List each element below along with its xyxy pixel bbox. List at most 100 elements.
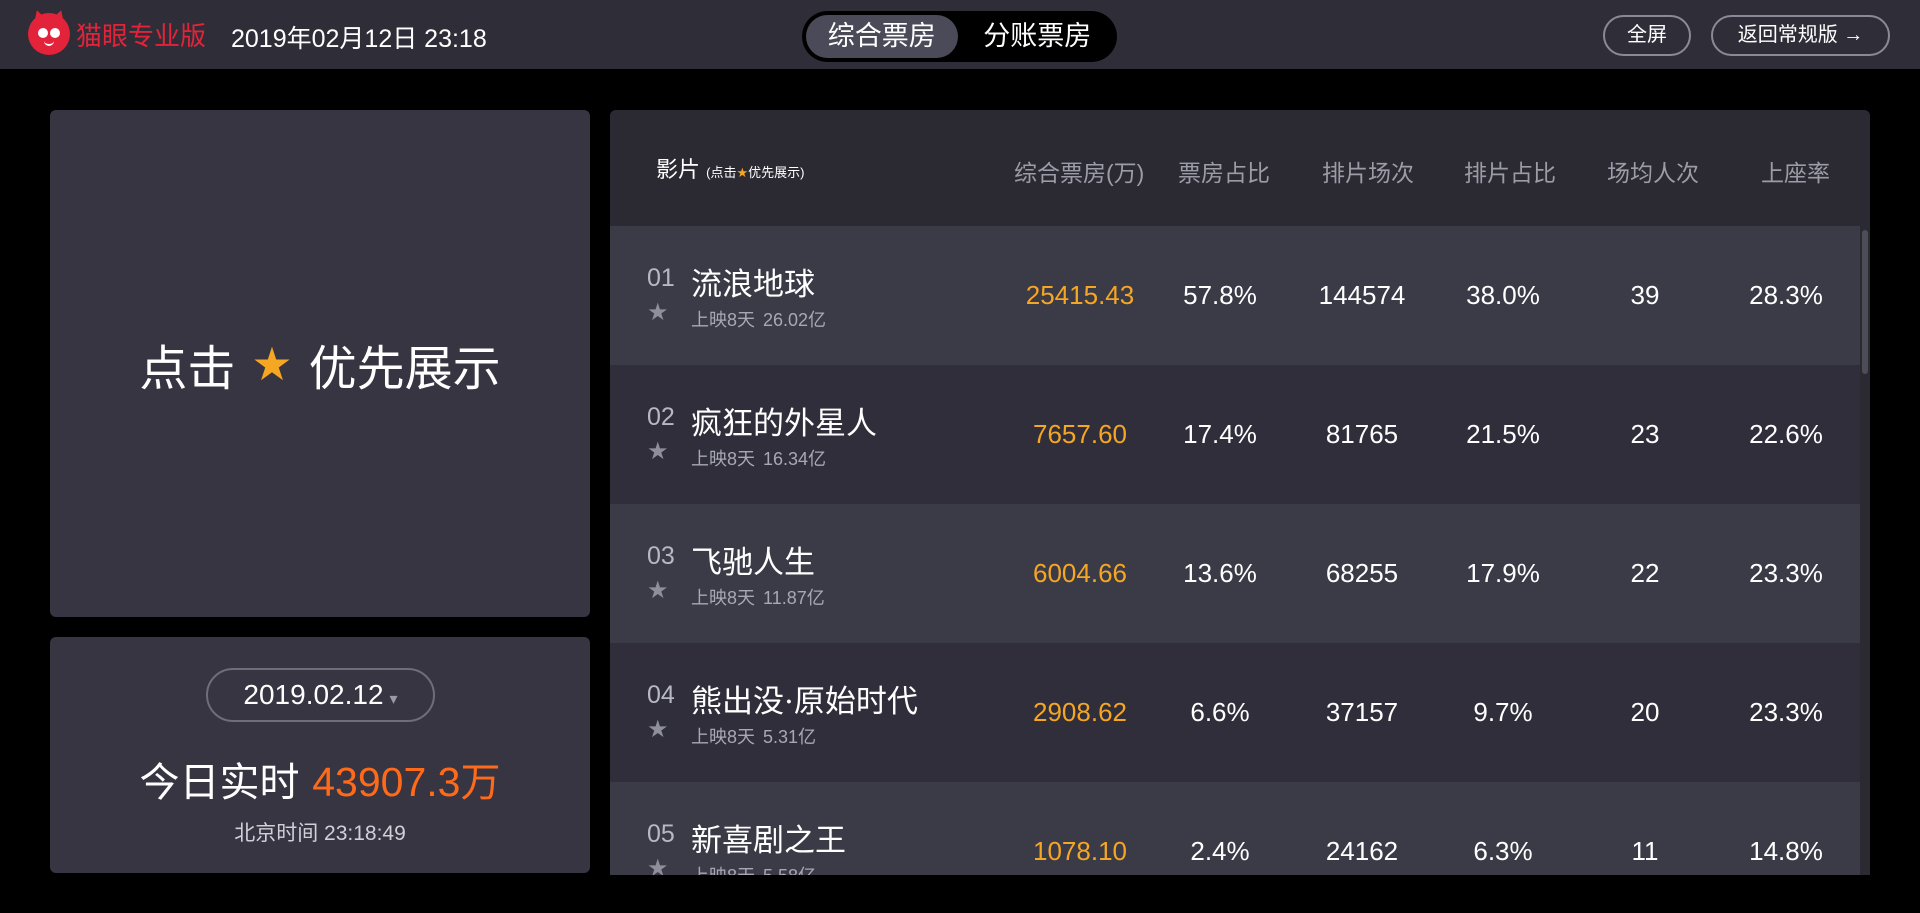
star-icon[interactable]: ★ — [647, 298, 669, 327]
cell-shows: 68255 — [1325, 558, 1399, 588]
release-days: 上映8天 — [691, 866, 755, 875]
cell-box-office: 7657.60 — [1033, 419, 1127, 449]
star-icon[interactable]: ★ — [647, 854, 669, 875]
cell-box-share: 17.4% — [1183, 419, 1257, 449]
fullscreen-button[interactable]: 全屏 — [1603, 15, 1691, 56]
cell-show-share: 21.5% — [1466, 419, 1540, 449]
featured-suffix: 优先展示 — [308, 340, 501, 397]
column-header-occupancy[interactable]: 上座率 — [1761, 154, 1830, 188]
date-select-value: 2019.02.12 — [243, 679, 384, 710]
cell-show-share: 17.9% — [1466, 558, 1540, 588]
star-icon: ★ — [736, 165, 749, 180]
cat-logo-icon — [28, 7, 70, 55]
cell-box-office: 1078.10 — [1033, 836, 1127, 866]
column-header-shows[interactable]: 排片场次 — [1322, 154, 1414, 188]
featured-prompt: 点击 ★ 优先展示 — [50, 110, 590, 617]
row-rank: 04 — [647, 681, 675, 709]
film-subinfo: 上映8天 16.34亿 — [691, 445, 826, 471]
film-title: 疯狂的外星人 — [691, 406, 877, 442]
table-row[interactable]: 05 新喜剧之王 ★ 上映8天 5.58亿 1078.10 2.4% 24162 6.3% 11 1… — [610, 782, 1860, 875]
today-label: 今日实时 — [139, 760, 300, 806]
cell-shows: 37157 — [1325, 697, 1399, 727]
film-header-label: 影片 — [656, 157, 701, 182]
cell-occupancy: 28.3% — [1749, 280, 1823, 310]
table-row[interactable]: 02 疯狂的外星人 ★ 上映8天 16.34亿 7657.60 17.4% 81765 21.5… — [610, 365, 1860, 504]
film-subinfo: 上映8天 5.58亿 — [691, 862, 816, 875]
star-icon[interactable]: ★ — [647, 576, 669, 605]
film-subinfo: 上映8天 5.31亿 — [691, 723, 816, 749]
cell-avg-people: 39 — [1630, 280, 1660, 310]
today-realtime: 今日实时 43907.3万 — [50, 750, 590, 808]
table-row[interactable]: 03 飞驰人生 ★ 上映8天 11.87亿 6004.66 13.6% 68255 17.9% 2… — [610, 504, 1860, 643]
scrollbar-thumb[interactable] — [1862, 230, 1868, 374]
cell-avg-people: 11 — [1631, 836, 1659, 866]
cell-box-office: 6004.66 — [1033, 558, 1127, 588]
table-header: 影片 (点击★优先展示) 综合票房(万) 票房占比 排片场次 排片占比 场均人次… — [610, 110, 1870, 226]
top-header: 猫眼专业版 2019年02月12日 23:18 综合票房 分账票房 全屏 返回常… — [0, 0, 1920, 69]
today-value: 43907.3 — [312, 759, 461, 805]
film-title: 飞驰人生 — [691, 545, 815, 581]
cell-show-share: 6.3% — [1473, 836, 1533, 866]
film-title: 熊出没·原始时代 — [691, 684, 918, 720]
tab-comprehensive-box-office[interactable]: 综合票房 — [806, 15, 958, 58]
column-header-box-office[interactable]: 综合票房(万) — [1014, 154, 1144, 188]
cell-occupancy: 23.3% — [1749, 558, 1823, 588]
column-header-film: 影片 (点击★优先展示) — [656, 152, 804, 184]
cell-shows: 144574 — [1318, 280, 1406, 310]
cell-occupancy: 22.6% — [1749, 419, 1823, 449]
tab-split-box-office[interactable]: 分账票房 — [962, 15, 1114, 58]
row-rank: 02 — [647, 403, 675, 431]
column-header-box-share[interactable]: 票房占比 — [1178, 154, 1270, 188]
cell-shows: 24162 — [1325, 836, 1399, 866]
maoyan-logo[interactable]: 猫眼专业版 — [28, 7, 207, 55]
film-title: 新喜剧之王 — [691, 823, 846, 859]
film-title: 流浪地球 — [691, 267, 815, 303]
logo-text: 猫眼专业版 — [76, 21, 207, 52]
release-days: 上映8天 — [691, 310, 756, 330]
column-header-show-share[interactable]: 排片占比 — [1464, 154, 1556, 188]
cell-show-share: 9.7% — [1473, 697, 1533, 727]
chevron-down-icon: ▾ — [389, 691, 398, 708]
cell-avg-people: 22 — [1630, 558, 1660, 588]
film-header-hint: (点击★优先展示) — [706, 165, 804, 180]
featured-prefix: 点击 — [139, 340, 236, 397]
row-rank: 03 — [647, 542, 675, 570]
summary-panel: 2019.02.12 ▾ 今日实时 43907.3万 北京时间 23:18:49 — [50, 637, 590, 873]
cell-box-share: 13.6% — [1183, 558, 1257, 588]
featured-panel: 点击 ★ 优先展示 — [50, 110, 590, 617]
total-gross: 26.02亿 — [763, 310, 827, 330]
release-days: 上映8天 — [691, 727, 756, 747]
cell-box-office: 25415.43 — [1025, 280, 1135, 310]
film-subinfo: 上映8天 11.87亿 — [691, 584, 825, 610]
table-row[interactable]: 04 熊出没·原始时代 ★ 上映8天 5.31亿 2908.62 6.6% 37157 9.7%… — [610, 643, 1860, 782]
release-days: 上映8天 — [691, 449, 756, 469]
today-unit: 万 — [460, 760, 501, 806]
back-to-normal-button[interactable]: 返回常规版 → — [1711, 15, 1890, 56]
beijing-time: 北京时间 23:18:49 — [234, 822, 406, 845]
film-hint-suffix: 优先展示) — [748, 165, 805, 180]
cell-box-share: 2.4% — [1190, 836, 1250, 866]
table-row[interactable]: 01 流浪地球 ★ 上映8天 26.02亿 25415.43 57.8% 144574 38.0… — [610, 226, 1860, 365]
star-icon[interactable]: ★ — [647, 437, 669, 466]
film-subinfo: 上映8天 26.02亿 — [691, 306, 826, 332]
cell-box-office: 2908.62 — [1033, 697, 1127, 727]
cell-show-share: 38.0% — [1466, 280, 1540, 310]
column-header-avg-people[interactable]: 场均人次 — [1607, 154, 1699, 188]
header-datetime: 2019年02月12日 23:18 — [231, 25, 487, 53]
cell-avg-people: 20 — [1630, 697, 1660, 727]
row-rank: 05 — [647, 820, 675, 848]
cell-shows: 81765 — [1325, 419, 1399, 449]
box-office-mode-toggle: 综合票房 分账票房 — [802, 11, 1117, 62]
cell-box-share: 57.8% — [1183, 280, 1257, 310]
box-office-table: 影片 (点击★优先展示) 综合票房(万) 票房占比 排片场次 排片占比 场均人次… — [610, 110, 1870, 875]
cell-occupancy: 14.8% — [1749, 836, 1823, 866]
date-select[interactable]: 2019.02.12 ▾ — [206, 668, 435, 722]
total-gross: 16.34亿 — [763, 449, 827, 469]
film-hint-prefix: (点击 — [706, 165, 737, 180]
total-gross: 5.31亿 — [763, 727, 817, 747]
star-icon[interactable]: ★ — [647, 715, 669, 744]
cell-occupancy: 23.3% — [1749, 697, 1823, 727]
star-icon: ★ — [251, 336, 293, 391]
cell-avg-people: 23 — [1630, 419, 1660, 449]
cell-box-share: 6.6% — [1190, 697, 1250, 727]
